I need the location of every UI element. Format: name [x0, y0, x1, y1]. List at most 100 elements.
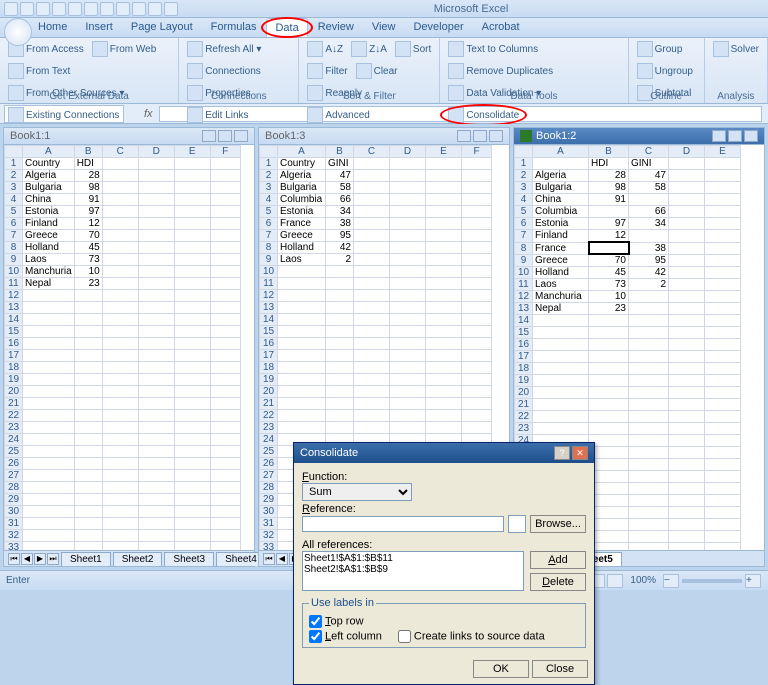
- cell[interactable]: 91: [74, 194, 102, 206]
- cell[interactable]: [138, 206, 174, 218]
- cell[interactable]: [210, 446, 240, 458]
- cell[interactable]: [102, 290, 138, 302]
- cell[interactable]: [174, 422, 210, 434]
- cell[interactable]: [138, 422, 174, 434]
- cell[interactable]: [354, 326, 390, 338]
- cell[interactable]: [326, 386, 354, 398]
- row-header[interactable]: 3: [260, 182, 278, 194]
- row-header[interactable]: 8: [260, 242, 278, 254]
- cell[interactable]: [210, 158, 240, 170]
- cell[interactable]: [210, 338, 240, 350]
- row-header[interactable]: 20: [5, 386, 23, 398]
- row-header[interactable]: 10: [5, 266, 23, 278]
- cell[interactable]: [174, 194, 210, 206]
- col-header[interactable]: E: [426, 146, 462, 158]
- cell[interactable]: [174, 386, 210, 398]
- cell[interactable]: 47: [326, 170, 354, 182]
- toprow-checkbox[interactable]: Top row: [309, 615, 579, 628]
- cell[interactable]: [174, 362, 210, 374]
- qat-undo-icon[interactable]: [20, 2, 34, 16]
- cell[interactable]: [354, 314, 390, 326]
- cell[interactable]: [138, 158, 174, 170]
- cell[interactable]: [102, 446, 138, 458]
- dialog-titlebar[interactable]: Consolidate?✕: [294, 443, 594, 463]
- col-header[interactable]: C: [102, 146, 138, 158]
- tab-insert[interactable]: Insert: [77, 18, 121, 37]
- maximize-button[interactable]: [218, 130, 232, 142]
- cell[interactable]: [326, 338, 354, 350]
- cell[interactable]: [629, 447, 669, 459]
- minimize-button[interactable]: [202, 130, 216, 142]
- function-select[interactable]: Sum: [302, 483, 412, 501]
- cell[interactable]: [102, 266, 138, 278]
- range-picker-icon[interactable]: [508, 515, 526, 533]
- cell[interactable]: [138, 374, 174, 386]
- cell[interactable]: [390, 194, 426, 206]
- cell[interactable]: [390, 386, 426, 398]
- cell[interactable]: [138, 482, 174, 494]
- cell[interactable]: [210, 254, 240, 266]
- browse-button[interactable]: Browse...: [530, 515, 586, 533]
- col-header[interactable]: D: [138, 146, 174, 158]
- cell[interactable]: [210, 494, 240, 506]
- cell[interactable]: [629, 495, 669, 507]
- ribbon-sort[interactable]: Sort: [393, 40, 433, 58]
- cell[interactable]: [462, 158, 492, 170]
- row-header[interactable]: 23: [515, 423, 533, 435]
- cell[interactable]: [390, 278, 426, 290]
- cell[interactable]: [589, 399, 629, 411]
- ribbon-clear[interactable]: Clear: [354, 62, 400, 80]
- cell[interactable]: [390, 206, 426, 218]
- cell[interactable]: [533, 339, 589, 351]
- cell[interactable]: [705, 483, 741, 495]
- createlinks-checkbox[interactable]: Create links to source data: [398, 630, 545, 643]
- cell[interactable]: [629, 315, 669, 327]
- cell[interactable]: [174, 458, 210, 470]
- row-header[interactable]: 13: [515, 303, 533, 315]
- cell[interactable]: [390, 338, 426, 350]
- cell[interactable]: [669, 242, 705, 254]
- cell[interactable]: [174, 206, 210, 218]
- cell[interactable]: [533, 387, 589, 399]
- qat-open-icon[interactable]: [68, 2, 82, 16]
- cell[interactable]: Nepal: [533, 303, 589, 315]
- cell[interactable]: [23, 362, 75, 374]
- cell[interactable]: [354, 218, 390, 230]
- cell[interactable]: [102, 410, 138, 422]
- cell[interactable]: Manchuria: [533, 291, 589, 303]
- row-header[interactable]: 7: [515, 230, 533, 243]
- cell[interactable]: 10: [589, 291, 629, 303]
- row-header[interactable]: 15: [260, 326, 278, 338]
- cell[interactable]: Holland: [278, 242, 326, 254]
- row-header[interactable]: 32: [260, 530, 278, 542]
- cell[interactable]: [390, 230, 426, 242]
- cell[interactable]: [210, 182, 240, 194]
- qat-icon[interactable]: [100, 2, 114, 16]
- cell[interactable]: Estonia: [23, 206, 75, 218]
- cell[interactable]: [138, 266, 174, 278]
- cell[interactable]: [74, 446, 102, 458]
- cell[interactable]: [705, 351, 741, 363]
- ribbon-text-to-columns[interactable]: Text to Columns: [446, 40, 540, 58]
- cell[interactable]: [705, 519, 741, 531]
- row-header[interactable]: 12: [5, 290, 23, 302]
- cell[interactable]: [23, 326, 75, 338]
- cell[interactable]: [174, 230, 210, 242]
- cell[interactable]: [629, 363, 669, 375]
- cell[interactable]: [589, 206, 629, 218]
- cell[interactable]: [138, 314, 174, 326]
- cell[interactable]: [462, 314, 492, 326]
- cell[interactable]: 2: [326, 254, 354, 266]
- row-header[interactable]: 25: [5, 446, 23, 458]
- row-header[interactable]: 18: [515, 363, 533, 375]
- cell[interactable]: Bulgaria: [533, 182, 589, 194]
- cell[interactable]: [426, 182, 462, 194]
- row-header[interactable]: 1: [260, 158, 278, 170]
- cell[interactable]: [669, 483, 705, 495]
- cell[interactable]: 34: [629, 218, 669, 230]
- cell[interactable]: 58: [629, 182, 669, 194]
- cell[interactable]: [589, 387, 629, 399]
- zoom-slider[interactable]: [682, 579, 742, 583]
- ribbon-consolidate[interactable]: Consolidate: [446, 106, 521, 124]
- cell[interactable]: [705, 507, 741, 519]
